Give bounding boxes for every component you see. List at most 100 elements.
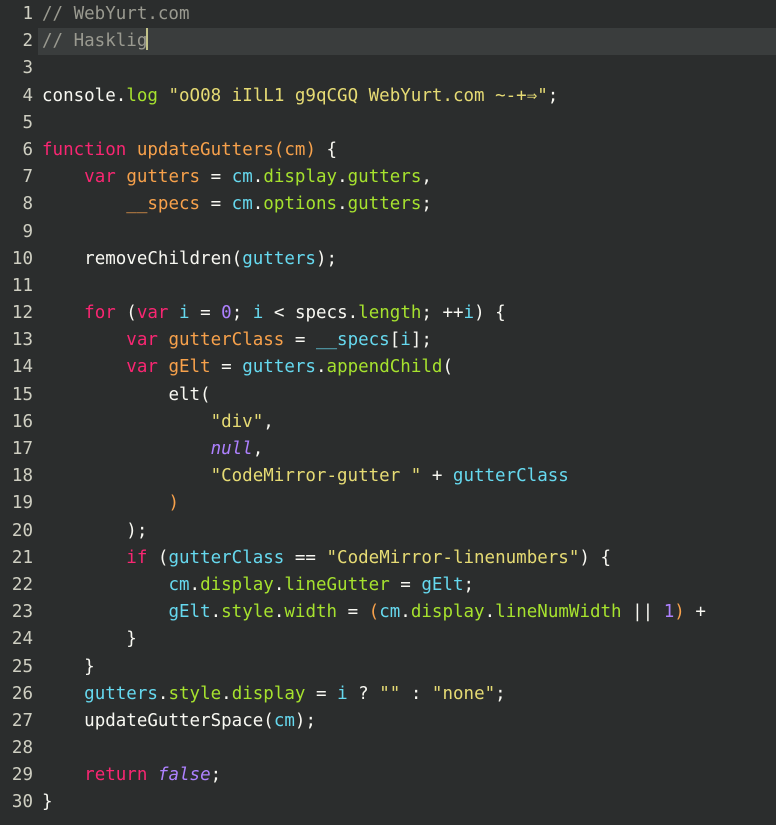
line-number: 4: [22, 85, 33, 106]
line-content[interactable]: gElt.style.width = (cm.display.lineNumWi…: [42, 599, 705, 626]
line-content[interactable]: }: [42, 654, 95, 681]
line-content[interactable]: var gElt = gutters.appendChild(: [42, 354, 453, 381]
line-content[interactable]: __specs = cm.options.gutters;: [42, 191, 432, 218]
line-content[interactable]: "CodeMirror-gutter " + gutterClass: [42, 463, 569, 490]
code-editor[interactable]: 1 // WebYurt.com 2 // Hasklig 3 4 console.log …: [0, 0, 776, 825]
code-line[interactable]: 16 "div",: [0, 409, 776, 436]
line-content[interactable]: return false;: [42, 762, 221, 789]
code-line[interactable]: 4 console.log "oO08 iIlL1 g9qCGQ WebYurt.…: [0, 83, 776, 110]
code-line[interactable]: 11: [0, 273, 776, 300]
code-line[interactable]: 26 gutters.style.display = i ? "" : "non…: [0, 681, 776, 708]
line-content[interactable]: // Hasklig: [42, 28, 149, 55]
code-line[interactable]: 3: [0, 55, 776, 82]
line-content[interactable]: updateGutterSpace(cm);: [42, 708, 316, 735]
line-content[interactable]: var gutterClass = __specs[i];: [42, 327, 432, 354]
code-token: gElt: [168, 602, 211, 623]
code-line[interactable]: 25 }: [0, 654, 776, 681]
code-line[interactable]: 9: [0, 219, 776, 246]
code-line[interactable]: 30}: [0, 789, 776, 816]
code-line[interactable]: 7 var gutters = cm.display.gutters,: [0, 164, 776, 191]
code-line[interactable]: 19 ): [0, 490, 776, 517]
code-line[interactable]: 2 // Hasklig: [0, 28, 776, 56]
code-token: (: [368, 602, 380, 623]
line-number: 21: [11, 547, 33, 568]
line-content[interactable]: var gutters = cm.display.gutters,: [42, 164, 432, 191]
line-content[interactable]: null,: [42, 436, 264, 463]
code-line[interactable]: 22 cm.display.lineGutter = gElt;: [0, 572, 776, 599]
code-token: var: [84, 167, 116, 188]
line-number: 16: [11, 411, 33, 432]
code-token: log: [126, 85, 158, 106]
code-token: =: [200, 167, 232, 188]
code-line[interactable]: 23 gElt.style.width = (cm.display.lineNu…: [0, 599, 776, 626]
line-content[interactable]: }: [42, 789, 53, 816]
code-line[interactable]: 6 function updateGutters(cm) {: [0, 137, 776, 164]
code-line[interactable]: 24 }: [0, 626, 776, 653]
code-line[interactable]: 8 __specs = cm.options.gutters;: [0, 191, 776, 218]
line-content[interactable]: console.log "oO08 iIlL1 g9qCGQ WebYurt.c…: [42, 83, 558, 110]
line-content[interactable]: cm.display.lineGutter = gElt;: [42, 572, 474, 599]
line-content[interactable]: "div",: [42, 409, 274, 436]
code-line[interactable]: 5: [0, 110, 776, 137]
code-line[interactable]: 10 removeChildren(gutters);: [0, 246, 776, 273]
code-line[interactable]: 12 for (var i = 0; i < specs.length; ++i…: [0, 300, 776, 327]
code-token: );: [315, 248, 338, 269]
code-token: <: [263, 303, 295, 324]
code-token: "none": [431, 683, 496, 704]
code-line[interactable]: 20 );: [0, 518, 776, 545]
line-content[interactable]: function updateGutters(cm) {: [42, 137, 337, 164]
code-token: options: [263, 194, 338, 215]
code-token: (: [263, 710, 274, 731]
line-content[interactable]: for (var i = 0; i < specs.length; ++i) {: [42, 300, 506, 327]
code-token: .: [157, 683, 169, 704]
line-content[interactable]: gutters.style.display = i ? "" : "none";: [42, 681, 506, 708]
code-line[interactable]: 1 // WebYurt.com: [0, 1, 776, 28]
code-token: ++: [442, 303, 464, 324]
code-token: lineGutter: [284, 574, 390, 595]
code-line[interactable]: 14 var gElt = gutters.appendChild(: [0, 354, 776, 381]
code-token: 0: [221, 303, 232, 324]
code-token: length: [358, 303, 422, 324]
code-token: i: [179, 303, 190, 324]
code-token: (: [231, 248, 243, 269]
line-number: 29: [11, 765, 33, 786]
code-token: i: [400, 330, 411, 351]
code-line[interactable]: 21 if (gutterClass == "CodeMirror-linenu…: [0, 545, 776, 572]
code-token: specs: [294, 303, 348, 324]
line-content[interactable]: removeChildren(gutters);: [42, 246, 337, 273]
code-line[interactable]: 15 elt(: [0, 382, 776, 409]
line-content[interactable]: // WebYurt.com: [42, 1, 190, 28]
line-number: 10: [11, 248, 33, 269]
code-line[interactable]: 17 null,: [0, 436, 776, 463]
code-token: gutters: [126, 167, 201, 188]
code-line[interactable]: 29 return false;: [0, 762, 776, 789]
line-content[interactable]: if (gutterClass == "CodeMirror-linenumbe…: [42, 545, 611, 572]
line-number: 22: [11, 574, 33, 595]
code-line[interactable]: 28: [0, 735, 776, 762]
line-content[interactable]: elt(: [42, 382, 210, 409]
code-line[interactable]: 18 "CodeMirror-gutter " + gutterClass: [0, 463, 776, 490]
line-content[interactable]: ): [42, 490, 179, 517]
code-token: ): [674, 602, 685, 623]
code-token: "div": [210, 411, 264, 432]
code-token: (: [273, 139, 285, 160]
line-number: 27: [11, 710, 33, 731]
line-content[interactable]: }: [42, 626, 137, 653]
code-token: );: [126, 520, 148, 541]
code-token: i: [463, 303, 475, 324]
line-content[interactable]: );: [42, 518, 147, 545]
code-token: =: [337, 602, 369, 623]
code-token: ||: [621, 602, 664, 623]
code-token: var: [126, 357, 158, 378]
code-line[interactable]: 27 updateGutterSpace(cm);: [0, 708, 776, 735]
code-line[interactable]: 13 var gutterClass = __specs[i];: [0, 327, 776, 354]
code-token: ;: [421, 194, 432, 215]
code-token: gutters: [242, 248, 316, 269]
